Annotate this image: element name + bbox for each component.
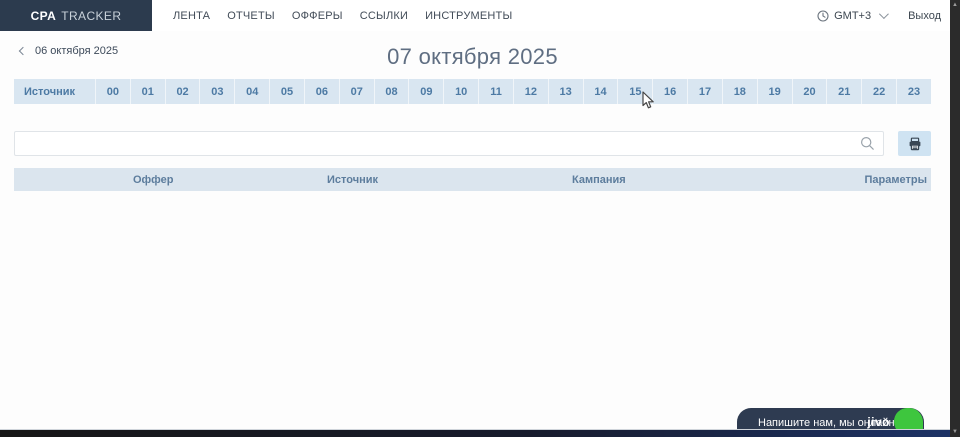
report-table-header: Оффер Источник Кампания Параметры bbox=[14, 168, 931, 191]
hour-column-22: 22 bbox=[861, 79, 896, 104]
scroll-up-arrow-icon[interactable]: ▲ bbox=[950, 0, 960, 10]
hour-column-17: 17 bbox=[687, 79, 722, 104]
print-icon bbox=[908, 137, 922, 151]
hour-column-10: 10 bbox=[443, 79, 478, 104]
search-input[interactable] bbox=[14, 131, 884, 156]
menu-item-reports[interactable]: ОТЧЕТЫ bbox=[227, 10, 275, 22]
hour-column-03: 03 bbox=[199, 79, 234, 104]
jivo-logo: jivo bbox=[867, 415, 890, 429]
hour-column-15: 15 bbox=[617, 79, 652, 104]
clock-icon bbox=[817, 10, 829, 22]
scroll-down-arrow-icon[interactable]: ▼ bbox=[950, 427, 960, 437]
menu-item-tools[interactable]: ИНСТРУМЕНТЫ bbox=[425, 10, 512, 22]
hour-column-21: 21 bbox=[826, 79, 861, 104]
vertical-scrollbar[interactable]: ▲ ▼ bbox=[950, 0, 960, 437]
bottom-edge-bar bbox=[0, 429, 960, 437]
app-logo[interactable]: CPA TRACKER bbox=[0, 0, 152, 31]
hours-source-header: Источник bbox=[14, 79, 95, 104]
hour-column-08: 08 bbox=[374, 79, 409, 104]
hours-header-row: Источник 00 01 02 03 04 05 06 07 08 09 1… bbox=[14, 79, 931, 104]
search-icon bbox=[860, 136, 875, 151]
timezone-dropdown[interactable]: GMT+3 bbox=[817, 10, 886, 22]
menu-item-feed[interactable]: ЛЕНТА bbox=[173, 10, 210, 22]
date-bar: 06 октября 2025 07 октября 2025 bbox=[14, 31, 931, 68]
hour-column-23: 23 bbox=[896, 79, 931, 104]
search-row bbox=[14, 131, 931, 156]
report-column-campaign: Кампания bbox=[572, 174, 841, 186]
top-navigation-bar: CPA TRACKER ЛЕНТА ОТЧЕТЫ ОФФЕРЫ ССЫЛКИ И… bbox=[0, 0, 960, 31]
timezone-label: GMT+3 bbox=[834, 10, 871, 22]
hour-column-18: 18 bbox=[722, 79, 757, 104]
logout-button[interactable]: Выход bbox=[908, 10, 941, 22]
hour-column-20: 20 bbox=[792, 79, 827, 104]
hour-column-01: 01 bbox=[130, 79, 165, 104]
report-column-params: Параметры bbox=[841, 174, 931, 186]
previous-date-label: 06 октября 2025 bbox=[35, 45, 118, 57]
hour-column-19: 19 bbox=[757, 79, 792, 104]
hour-column-00: 00 bbox=[95, 79, 130, 104]
hour-column-07: 07 bbox=[339, 79, 374, 104]
chevron-left-icon bbox=[19, 47, 27, 55]
hour-column-02: 02 bbox=[165, 79, 200, 104]
hour-column-06: 06 bbox=[304, 79, 339, 104]
hour-column-13: 13 bbox=[548, 79, 583, 104]
app-logo-bold: CPA bbox=[31, 9, 57, 23]
menu-item-offers[interactable]: ОФФЕРЫ bbox=[292, 10, 343, 22]
export-button[interactable] bbox=[898, 131, 931, 156]
chevron-down-icon bbox=[879, 9, 889, 19]
page-content: 06 октября 2025 07 октября 2025 Источник… bbox=[14, 31, 931, 191]
hour-column-11: 11 bbox=[478, 79, 513, 104]
hour-column-05: 05 bbox=[269, 79, 304, 104]
main-menu: ЛЕНТА ОТЧЕТЫ ОФФЕРЫ ССЫЛКИ ИНСТРУМЕНТЫ bbox=[173, 0, 512, 31]
report-column-source: Источник bbox=[327, 174, 572, 186]
page-title: 07 октября 2025 bbox=[14, 44, 931, 70]
hour-column-09: 09 bbox=[408, 79, 443, 104]
previous-date-link[interactable]: 06 октября 2025 bbox=[20, 45, 118, 57]
hour-column-14: 14 bbox=[583, 79, 618, 104]
hour-column-04: 04 bbox=[234, 79, 269, 104]
search-field-wrapper bbox=[14, 131, 884, 156]
report-column-offer: Оффер bbox=[133, 174, 327, 186]
app-logo-rest: TRACKER bbox=[61, 9, 121, 23]
hour-column-16: 16 bbox=[652, 79, 687, 104]
menu-item-links[interactable]: ССЫЛКИ bbox=[360, 10, 408, 22]
topbar-right: GMT+3 Выход bbox=[817, 0, 950, 31]
hour-column-12: 12 bbox=[513, 79, 548, 104]
